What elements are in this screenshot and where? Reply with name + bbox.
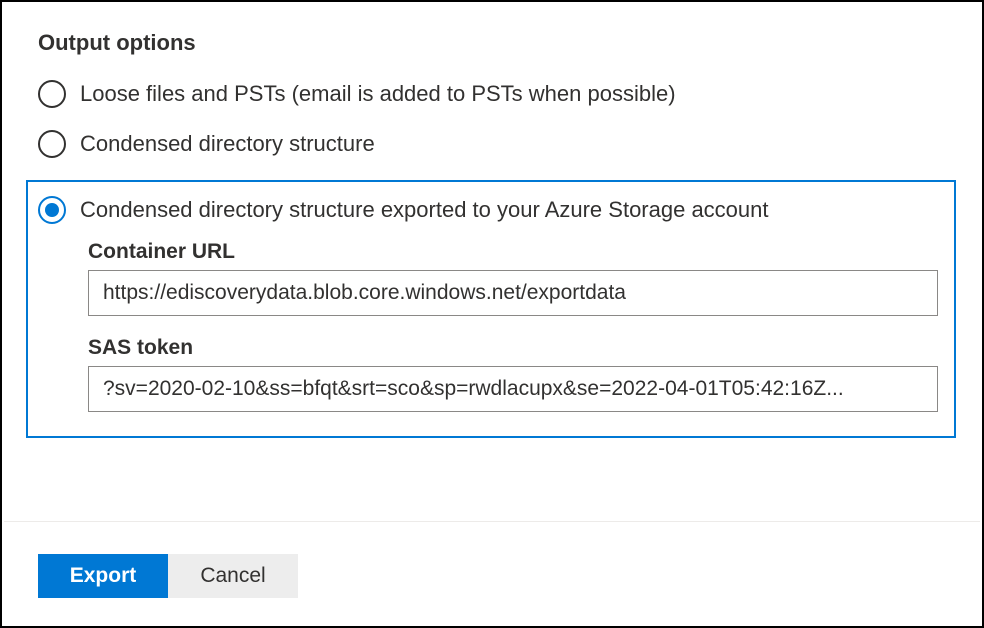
radio-option-condensed[interactable]: Condensed directory structure bbox=[38, 130, 946, 158]
radio-icon-selected bbox=[38, 196, 66, 224]
radio-icon bbox=[38, 80, 66, 108]
container-url-input[interactable] bbox=[88, 270, 938, 316]
section-title: Output options bbox=[38, 30, 946, 56]
radio-option-loose[interactable]: Loose files and PSTs (email is added to … bbox=[38, 80, 946, 108]
radio-label: Loose files and PSTs (email is added to … bbox=[80, 81, 676, 107]
sas-token-label: SAS token bbox=[88, 336, 938, 360]
container-url-field: Container URL bbox=[38, 240, 938, 316]
footer-actions: Export Cancel bbox=[38, 554, 298, 598]
footer-divider bbox=[4, 521, 980, 522]
radio-icon bbox=[38, 130, 66, 158]
selected-option-container: Condensed directory structure exported t… bbox=[26, 180, 956, 438]
container-url-label: Container URL bbox=[88, 240, 938, 264]
radio-label: Condensed directory structure bbox=[80, 131, 375, 157]
sas-token-input[interactable] bbox=[88, 366, 938, 412]
output-options-section: Output options Loose files and PSTs (ema… bbox=[2, 2, 982, 438]
cancel-button[interactable]: Cancel bbox=[168, 554, 298, 598]
radio-label: Condensed directory structure exported t… bbox=[80, 197, 769, 223]
radio-option-azure[interactable]: Condensed directory structure exported t… bbox=[38, 196, 938, 224]
export-button[interactable]: Export bbox=[38, 554, 168, 598]
sas-token-field: SAS token bbox=[38, 336, 938, 412]
